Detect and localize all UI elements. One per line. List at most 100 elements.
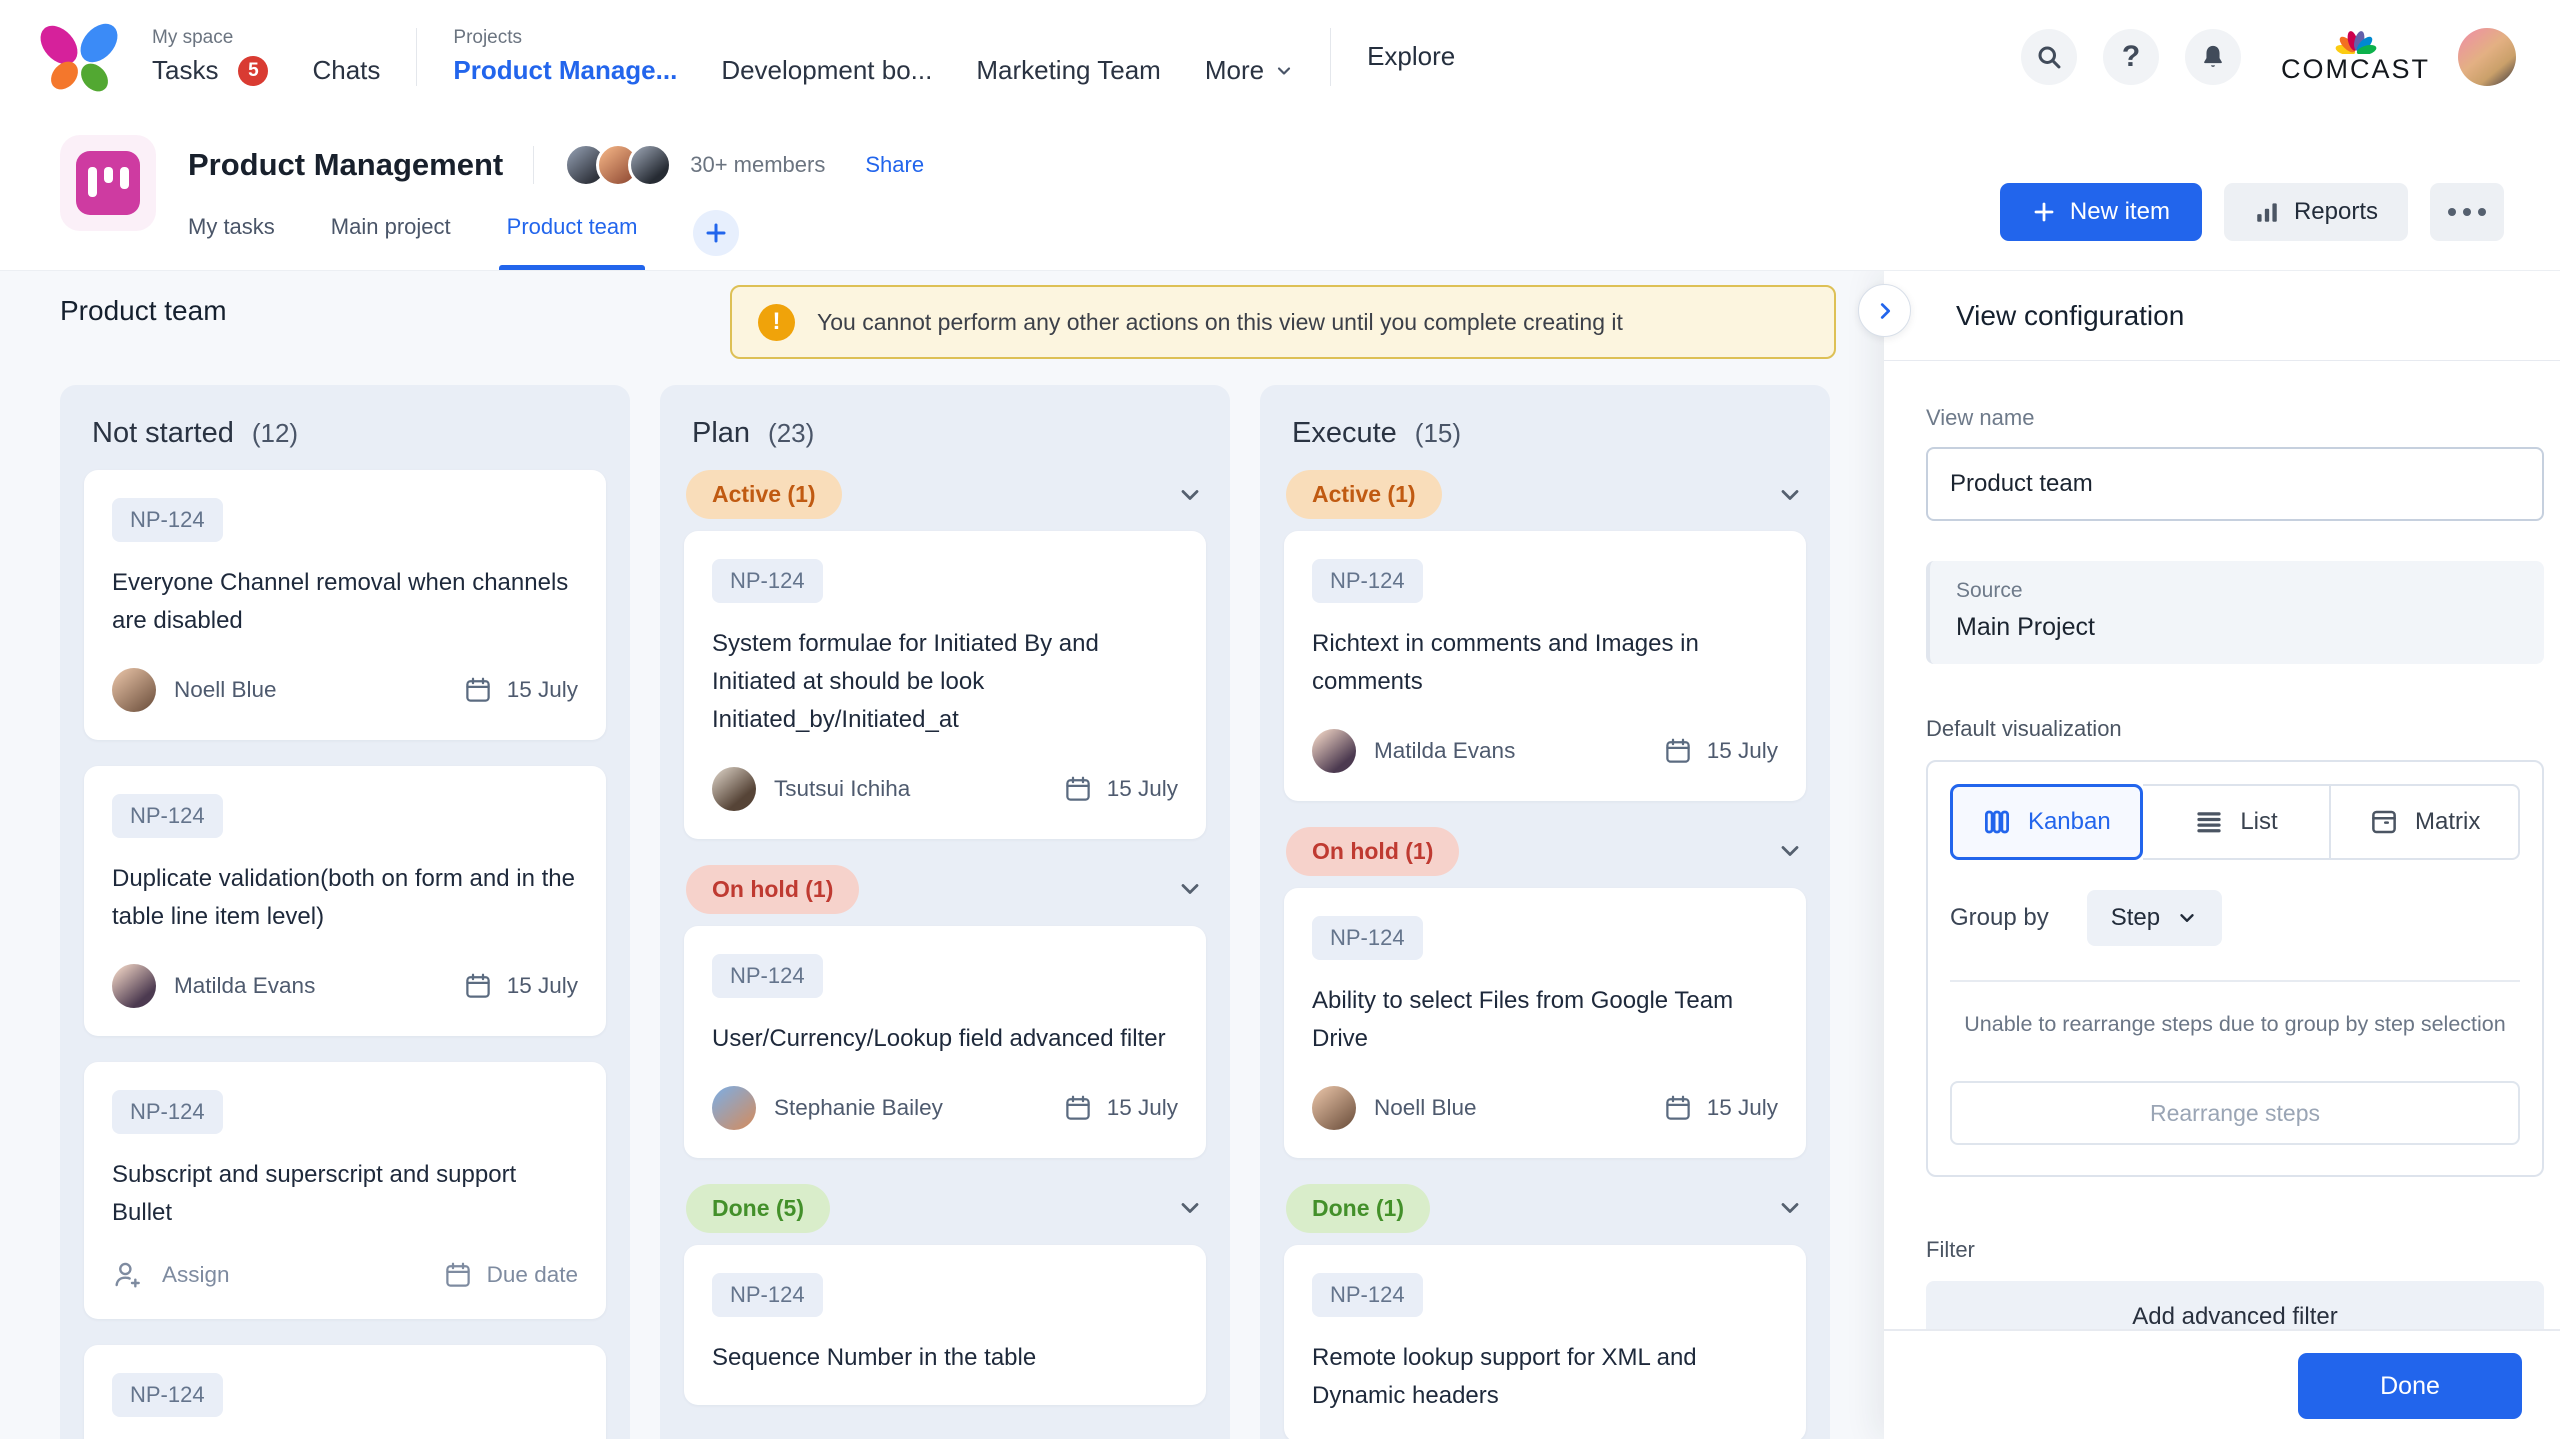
task-title: Remote lookup support for XML and Dynami… [1312,1339,1778,1415]
status-pill-done[interactable]: Done (1) [1286,1184,1430,1233]
viz-option-kanban[interactable]: Kanban [1950,784,2143,860]
task-due-date[interactable]: 15 July [1063,774,1178,804]
task-due-date[interactable]: 15 July [1663,1093,1778,1123]
avatar [112,964,156,1008]
help-button[interactable]: ? [2103,29,2159,85]
status-group-header[interactable]: Done (1) [1286,1184,1804,1233]
task-card[interactable]: NP-124 Subscript and superscript and sup… [84,1062,606,1320]
project-title: Product Management [188,147,503,183]
divider [1950,980,2520,982]
tab-product-team[interactable]: Product team [507,214,638,270]
chevron-down-icon[interactable] [1776,481,1804,509]
wrike-logo[interactable] [44,23,116,91]
group-by-dropdown[interactable]: Step [2087,890,2222,946]
status-group-header[interactable]: Done (5) [686,1184,1204,1233]
task-card[interactable]: NP-124 Duplicate validation(both on form… [84,766,606,1036]
task-card[interactable]: NP-124 Remote lookup support for XML and… [1284,1245,1806,1439]
panel-collapse-button[interactable] [1858,284,1911,337]
viz-option-list[interactable]: List [2143,784,2330,860]
search-button[interactable] [2021,29,2077,85]
nav-chats[interactable]: Chats [312,55,380,86]
bar-chart-icon [2254,199,2280,225]
logo-petal [73,16,125,69]
task-assignee[interactable]: Noell Blue [1312,1086,1477,1130]
rearrange-steps-button[interactable]: Rearrange steps [1950,1081,2520,1145]
task-card[interactable]: NP-124 User/Currency/Lookup field advanc… [684,926,1206,1158]
chevron-down-icon[interactable] [1776,837,1804,865]
chevron-down-icon[interactable] [1176,1194,1204,1222]
new-item-button[interactable]: New item [2000,183,2202,241]
task-card[interactable]: NP-124 Sequence Number in the table [684,1245,1206,1405]
due-date-button[interactable]: Due date [443,1260,578,1290]
column-count: (15) [1415,418,1461,449]
task-card[interactable]: NP-124 Ability to select Files from Goog… [1284,888,1806,1158]
nav-explore[interactable]: Explore [1367,41,1455,72]
assign-button[interactable]: Assign [112,1259,230,1291]
more-options-button[interactable] [2430,183,2504,241]
nav-project-development-board[interactable]: Development bo... [721,55,932,86]
user-avatar[interactable] [2458,28,2516,86]
chevron-down-icon[interactable] [1176,875,1204,903]
done-button[interactable]: Done [2298,1353,2522,1419]
divider [416,28,417,86]
task-card[interactable]: NP-124 Everyone Channel removal when cha… [84,470,606,740]
task-due-date[interactable]: 15 July [463,971,578,1001]
task-id-badge: NP-124 [712,1273,823,1317]
status-pill-done[interactable]: Done (5) [686,1184,830,1233]
task-assignee[interactable]: Matilda Evans [112,964,315,1008]
tab-my-tasks[interactable]: My tasks [188,214,275,270]
my-space-label: My space [152,27,380,49]
source-value: Main Project [1956,613,2518,642]
group-by-label: Group by [1950,904,2049,932]
reports-button[interactable]: Reports [2224,183,2408,241]
viz-option-matrix[interactable]: Matrix [2329,784,2520,860]
task-card[interactable]: NP-124 Richtext in comments and Images i… [1284,531,1806,801]
status-pill-onhold[interactable]: On hold (1) [1286,827,1459,876]
member-avatars[interactable] [564,143,672,187]
task-id-badge: NP-124 [112,794,223,838]
task-assignee[interactable]: Stephanie Bailey [712,1086,943,1130]
status-pill-onhold[interactable]: On hold (1) [686,865,859,914]
status-group-header[interactable]: Active (1) [686,470,1204,519]
project-header: Product Management 30+ members Share My … [0,113,2560,271]
task-due-date[interactable]: 15 July [1663,736,1778,766]
tab-main-project[interactable]: Main project [331,214,451,270]
task-card[interactable]: NP-124 "In" and "Not in" operator for [84,1345,606,1439]
rearrange-note: Unable to rearrange steps due to group b… [1950,1012,2520,1037]
column-count: (12) [252,418,298,449]
chevron-down-icon[interactable] [1176,481,1204,509]
status-pill-active[interactable]: Active (1) [1286,470,1442,519]
kanban-column-execute: Execute (15) Active (1) NP-124 Richtext … [1260,385,1830,1439]
visualization-segmented-control: Kanban List Matrix [1950,784,2520,860]
status-pill-active[interactable]: Active (1) [686,470,842,519]
projects-group: Projects Product Manage... Development b… [453,27,1294,86]
task-assignee[interactable]: Noell Blue [112,668,277,712]
task-id-badge: NP-124 [712,559,823,603]
default-visualization-label: Default visualization [1926,716,2544,742]
logo-petal [33,18,85,71]
task-due-date[interactable]: 15 July [463,675,578,705]
share-link[interactable]: Share [865,152,924,178]
chevron-right-icon [1874,300,1896,322]
visualization-settings: Kanban List Matrix Group by Step [1926,760,2544,1177]
nav-project-marketing-team[interactable]: Marketing Team [976,55,1161,86]
view-name-input[interactable] [1926,447,2544,521]
status-group-header[interactable]: Active (1) [1286,470,1804,519]
search-icon [2035,43,2063,71]
task-due-date[interactable]: 15 July [1063,1093,1178,1123]
source-label: Source [1956,579,2518,603]
calendar-icon [1663,1093,1693,1123]
task-assignee[interactable]: Matilda Evans [1312,729,1515,773]
nav-tasks[interactable]: Tasks 5 [152,55,268,86]
add-view-button[interactable] [693,210,739,256]
tasks-count-badge: 5 [238,56,268,86]
task-card[interactable]: NP-124 System formulae for Initiated By … [684,531,1206,839]
status-group-header[interactable]: On hold (1) [686,865,1204,914]
kanban-board-icon [76,151,140,215]
task-assignee[interactable]: Tsutsui Ichiha [712,767,910,811]
nav-more-menu[interactable]: More [1205,55,1294,86]
chevron-down-icon[interactable] [1776,1194,1804,1222]
nav-project-product-management[interactable]: Product Manage... [453,55,677,86]
notifications-button[interactable] [2185,29,2241,85]
status-group-header[interactable]: On hold (1) [1286,827,1804,876]
